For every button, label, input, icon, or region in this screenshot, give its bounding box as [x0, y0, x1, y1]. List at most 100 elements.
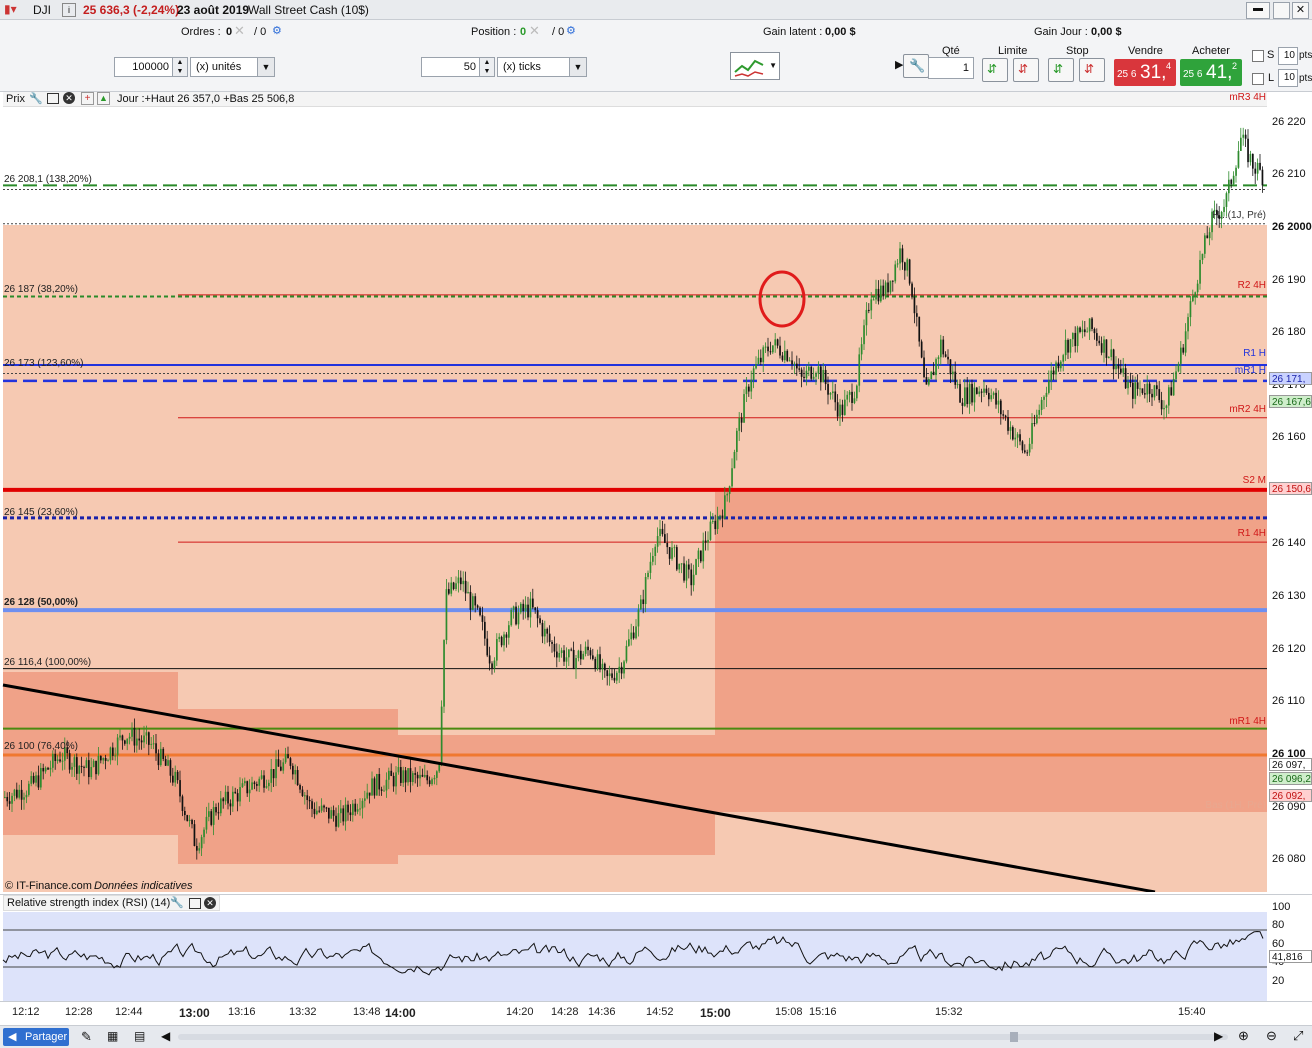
candle-body [1045, 392, 1048, 397]
candle-body [107, 760, 109, 762]
candle-body [138, 738, 141, 741]
rsi-chart[interactable] [0, 895, 1267, 1001]
add-indicator-icon[interactable]: + [81, 92, 94, 105]
wrench-icon[interactable]: 🔧 [29, 92, 43, 105]
candle-body [162, 748, 165, 760]
rsi-tick: 100 [1272, 901, 1291, 913]
s-points-input[interactable]: 10 [1278, 47, 1298, 65]
limit-buy-button[interactable]: ⇵ [982, 58, 1008, 82]
sell-button[interactable]: 25 6 31, 4 [1114, 59, 1176, 86]
time-tick: 12:44 [115, 1006, 143, 1018]
scroll-left-icon[interactable]: ◀ [161, 1029, 170, 1043]
ticks-stepper[interactable]: ▲ ▼ [479, 58, 494, 76]
quantity-stepper[interactable]: ▲ ▼ [172, 58, 187, 76]
window-menu-button[interactable]: ▬ [1246, 2, 1270, 19]
cursor-tool-icon[interactable]: ✎ [81, 1029, 92, 1045]
orders-settings-icon[interactable]: ⚙ [272, 24, 282, 37]
share-button[interactable]: ◀ Partager [3, 1028, 69, 1046]
l-checkbox[interactable] [1252, 73, 1264, 85]
window-close-button[interactable]: ✕ [1292, 2, 1309, 19]
stop-sell-button[interactable]: ⇵ [1079, 58, 1105, 82]
candle-body [1256, 162, 1259, 174]
fit-icon[interactable]: ⤢ [1293, 1028, 1303, 1044]
candle-body [90, 767, 93, 778]
candle-body [460, 577, 462, 585]
order-settings-button[interactable]: 🔧 [903, 54, 929, 78]
cancel-orders-icon[interactable]: ✕ [234, 23, 245, 39]
candle-body [515, 606, 517, 625]
level-label-right: mR1 4H [1229, 716, 1266, 727]
close-position-icon[interactable]: ✕ [529, 23, 540, 39]
quantity-input[interactable]: 100000 ▲ ▼ [114, 57, 188, 77]
info-icon[interactable]: i [62, 3, 76, 17]
candle-body [716, 516, 719, 530]
strategy-chart-button[interactable]: ▼ [730, 52, 780, 80]
s-checkbox[interactable] [1252, 50, 1264, 62]
zoom-in-icon[interactable]: ⊕ [1238, 1028, 1249, 1044]
candle-body [872, 299, 875, 301]
candle-body [786, 350, 789, 361]
gain-latent-label: Gain latent : [763, 26, 823, 38]
candle-body [112, 747, 114, 756]
alert-icon[interactable]: ▲ [97, 92, 110, 105]
symbol-label[interactable]: DJI [33, 3, 51, 17]
candle-body [714, 520, 717, 530]
candle-body [140, 740, 143, 743]
limit-sell-button[interactable]: ⇵ [1013, 58, 1039, 82]
s-label: S [1267, 49, 1275, 61]
quantity-unit-select[interactable]: (x) unités ▼ [190, 57, 275, 77]
level-label-right: Bas (1H, Pré) [1205, 800, 1266, 811]
time-tick: 13:32 [289, 1006, 317, 1018]
ticks-unit-select[interactable]: (x) ticks ▼ [497, 57, 587, 77]
maximize-icon[interactable] [47, 93, 59, 104]
candle-body [721, 515, 724, 519]
candle-body [486, 638, 489, 656]
candle-body [985, 388, 988, 393]
stop-buy-button[interactable]: ⇵ [1048, 58, 1074, 82]
candle-body [1110, 349, 1113, 358]
candle-body [743, 394, 745, 423]
close-icon[interactable]: ✕ [63, 92, 75, 104]
candle-body [762, 347, 765, 363]
price-tick: 26 080 [1272, 853, 1306, 865]
candle-body [212, 807, 215, 825]
candle-body [1052, 370, 1055, 375]
candle-body [268, 782, 270, 787]
candle-body [868, 309, 870, 311]
position-settings-icon[interactable]: ⚙ [566, 24, 576, 37]
chevron-down-icon: ▼ [569, 58, 586, 76]
grid-tool-icon[interactable]: ▦ [107, 1029, 118, 1043]
candle-body [35, 775, 37, 783]
ticks-input[interactable]: 50 ▲ ▼ [421, 57, 495, 77]
candle-body [260, 775, 263, 779]
candle-body [455, 583, 457, 590]
candle-body [733, 451, 736, 469]
candle-body [860, 344, 863, 355]
buy-button[interactable]: 25 6 41, 2 [1180, 59, 1242, 86]
time-tick: 13:16 [228, 1006, 256, 1018]
scrollbar-thumb[interactable] [1010, 1032, 1018, 1042]
candle-body [832, 391, 834, 394]
candle-body [412, 773, 414, 783]
candle-body [304, 795, 306, 797]
candle-body [954, 371, 957, 385]
scroll-right-icon[interactable]: ▶ [1214, 1029, 1223, 1043]
zoom-out-icon[interactable]: ⊖ [1266, 1028, 1277, 1044]
price-chart[interactable] [0, 92, 1267, 892]
candle-body [1156, 385, 1158, 390]
candle-body [378, 774, 381, 790]
calendar-tool-icon[interactable]: ▤ [134, 1029, 145, 1043]
candle-body [628, 639, 630, 646]
window-restore-button[interactable] [1273, 2, 1290, 19]
candle-body [772, 345, 774, 353]
candle-body [971, 383, 973, 403]
l-points-input[interactable]: 10 [1278, 69, 1298, 87]
candle-body [344, 804, 347, 822]
candle-body [632, 632, 635, 639]
candle-body [71, 766, 73, 770]
prix-label: Prix [6, 93, 25, 105]
scrollbar-track[interactable] [178, 1034, 1228, 1040]
qty-input[interactable]: 1 [928, 57, 974, 79]
candle-body [558, 653, 561, 658]
chart-type-icon[interactable]: ▮▾ [4, 2, 17, 16]
